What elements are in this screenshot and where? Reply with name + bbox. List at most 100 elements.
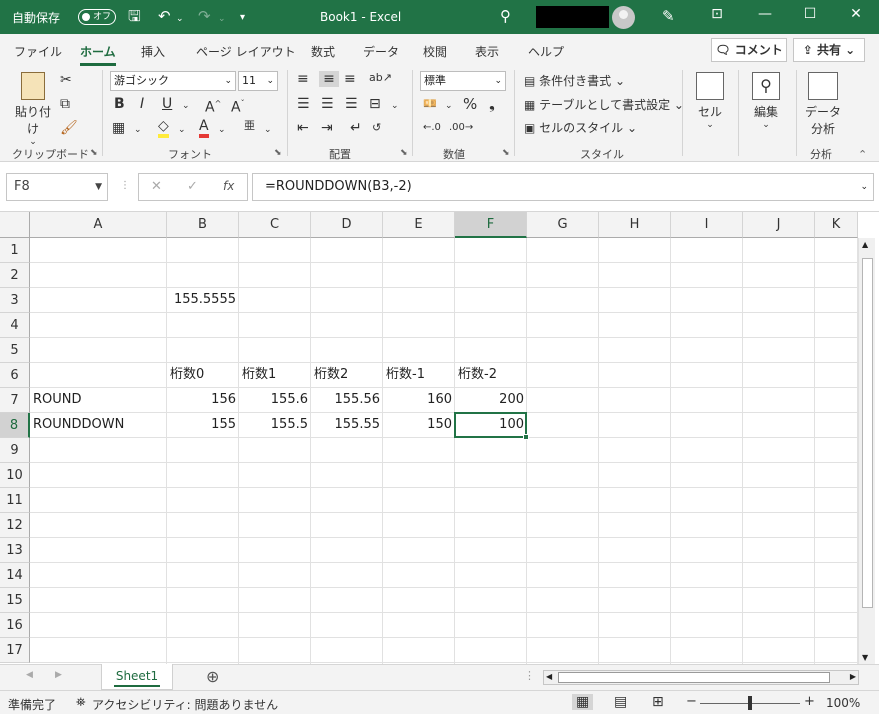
format-painter-icon[interactable]: 🖌 (60, 120, 78, 136)
column-header-c[interactable]: C (239, 212, 311, 238)
cells-button[interactable]: セル ⌄ (692, 72, 728, 130)
vertical-scrollbar[interactable]: ▲ ▼ (858, 238, 875, 664)
border-icon[interactable]: ▦ (112, 120, 125, 136)
tab-review[interactable]: 校閲 (423, 43, 447, 60)
fill-handle[interactable] (523, 434, 529, 440)
row-header-16[interactable]: 16 (0, 613, 30, 638)
decrease-font-icon[interactable]: Aˇ (231, 96, 245, 116)
font-color-dropdown-icon[interactable]: ⌄ (218, 122, 226, 138)
close-button[interactable]: ✕ (841, 6, 871, 22)
increase-indent-icon[interactable]: ⇥ (321, 120, 333, 136)
font-size-select[interactable]: 11 ⌄ (238, 71, 278, 91)
format-as-table-button[interactable]: ▦ テーブルとして書式設定 ⌄ (524, 96, 684, 113)
add-sheet-icon[interactable]: ⊕ (206, 667, 219, 686)
column-header-a[interactable]: A (30, 212, 167, 238)
zoom-out-icon[interactable]: − (686, 694, 697, 709)
cell-a7[interactable]: ROUND (30, 388, 167, 412)
align-bottom-icon[interactable]: ≡ (344, 71, 356, 87)
redo-dropdown-icon[interactable]: ⌄ (218, 11, 226, 27)
scroll-right-icon[interactable]: ▶ (850, 672, 856, 681)
clipboard-launcher-icon[interactable]: ⬊ (90, 148, 98, 158)
row-header-14[interactable]: 14 (0, 563, 30, 588)
row-header-17[interactable]: 17 (0, 638, 30, 663)
row-header-13[interactable]: 13 (0, 538, 30, 563)
avatar[interactable] (612, 6, 635, 29)
name-box[interactable]: F8 ▼ (6, 173, 108, 201)
cell-styles-button[interactable]: ▣ セルのスタイル ⌄ (524, 119, 637, 136)
cell-e6[interactable]: 桁数-1 (383, 363, 455, 387)
tab-file[interactable]: ファイル (14, 43, 62, 60)
tab-view[interactable]: 表示 (475, 43, 499, 60)
zoom-slider-thumb[interactable] (748, 696, 752, 710)
cell-c7[interactable]: 155.6 (239, 388, 311, 412)
row-header-7[interactable]: 7 (0, 388, 30, 413)
font-launcher-icon[interactable]: ⬊ (274, 148, 282, 158)
decrease-indent-icon[interactable]: ⇤ (297, 120, 309, 136)
customize-toolbar-icon[interactable]: ▾ (240, 10, 245, 26)
tab-formulas[interactable]: 数式 (311, 43, 335, 60)
undo-icon[interactable]: ↶ (158, 8, 171, 24)
redo-icon[interactable]: ↷ (198, 8, 211, 24)
row-header-8[interactable]: 8 (0, 413, 30, 438)
drag-handle-icon[interactable]: ⋮ (120, 180, 130, 191)
wrap-text-icon[interactable]: ↵ (350, 120, 362, 136)
cut-icon[interactable]: ✂ (60, 72, 72, 88)
column-header-d[interactable]: D (311, 212, 383, 238)
font-color-icon[interactable]: A (199, 118, 209, 138)
cell-f7[interactable]: 200 (455, 388, 527, 412)
worksheet-grid[interactable]: A B C D E F G H I J K 1 2 3 4 5 6 7 8 9 10 11 12 13 14 15 16 17 155.… (0, 212, 879, 664)
align-right-icon[interactable]: ☰ (345, 96, 358, 112)
accessibility-status[interactable]: アクセシビリティ: 問題ありません (92, 696, 278, 713)
row-header-1[interactable]: 1 (0, 238, 30, 263)
currency-icon[interactable]: 💴 (423, 96, 437, 112)
cell-f6[interactable]: 桁数-2 (455, 363, 527, 387)
merge-center-icon[interactable]: ⊟ (369, 96, 381, 112)
column-header-e[interactable]: E (383, 212, 455, 238)
column-header-k[interactable]: K (815, 212, 858, 238)
row-header-3[interactable]: 3 (0, 288, 30, 313)
underline-icon[interactable]: U (162, 96, 172, 112)
next-sheet-icon[interactable]: ▶ (55, 670, 62, 680)
row-header-5[interactable]: 5 (0, 338, 30, 363)
copy-icon[interactable]: ⧉ (60, 96, 70, 112)
row-header-12[interactable]: 12 (0, 513, 30, 538)
cell-b3[interactable]: 155.5555 (167, 288, 239, 312)
number-format-select[interactable]: 標準 ⌄ (420, 71, 506, 91)
collapse-ribbon-icon[interactable]: ⌃ (858, 148, 867, 161)
cell-c6[interactable]: 桁数1 (239, 363, 311, 387)
underline-dropdown-icon[interactable]: ⌄ (182, 98, 190, 114)
tab-help[interactable]: ヘルプ (528, 43, 564, 60)
align-left-icon[interactable]: ☰ (297, 96, 310, 112)
normal-view-icon[interactable]: ▦ (572, 694, 594, 710)
row-header-4[interactable]: 4 (0, 313, 30, 338)
increase-decimal-icon[interactable]: ←.0 (423, 120, 441, 136)
phonetic-dropdown-icon[interactable]: ⌄ (264, 122, 272, 138)
paste-button[interactable]: 貼り付け ⌄ (10, 72, 56, 147)
select-all-corner[interactable] (0, 212, 30, 238)
cell-d6[interactable]: 桁数2 (311, 363, 383, 387)
column-header-j[interactable]: J (743, 212, 815, 238)
editing-button[interactable]: ⚲ 編集 ⌄ (747, 72, 785, 130)
column-header-h[interactable]: H (599, 212, 671, 238)
merge-dropdown-icon[interactable]: ⌄ (391, 98, 399, 114)
ribbon-display-icon[interactable]: ⊡ (702, 6, 732, 22)
cell-b6[interactable]: 桁数0 (167, 363, 239, 387)
page-layout-view-icon[interactable]: ▤ (614, 694, 627, 710)
scroll-down-icon[interactable]: ▼ (862, 653, 868, 662)
scroll-left-icon[interactable]: ◀ (546, 672, 552, 681)
alignment-launcher-icon[interactable]: ⬊ (400, 148, 408, 158)
enter-icon[interactable]: ✓ (187, 179, 198, 194)
page-break-view-icon[interactable]: ⊞ (652, 694, 664, 710)
font-family-select[interactable]: 游ゴシック ⌄ (110, 71, 236, 91)
increase-font-icon[interactable]: A^ (205, 96, 221, 116)
formula-input[interactable]: =ROUNDDOWN(B3,-2) ⌄ (252, 173, 874, 201)
pen-icon[interactable]: ✎ (662, 8, 675, 24)
currency-dropdown-icon[interactable]: ⌄ (445, 98, 453, 114)
row-header-11[interactable]: 11 (0, 488, 30, 513)
cell-d8[interactable]: 155.55 (311, 413, 383, 437)
percent-icon[interactable]: % (463, 96, 477, 112)
row-header-6[interactable]: 6 (0, 363, 30, 388)
conditional-formatting-button[interactable]: ▤ 条件付き書式 ⌄ (524, 72, 625, 89)
cell-e8[interactable]: 150 (383, 413, 455, 437)
undo-dropdown-icon[interactable]: ⌄ (176, 11, 184, 27)
